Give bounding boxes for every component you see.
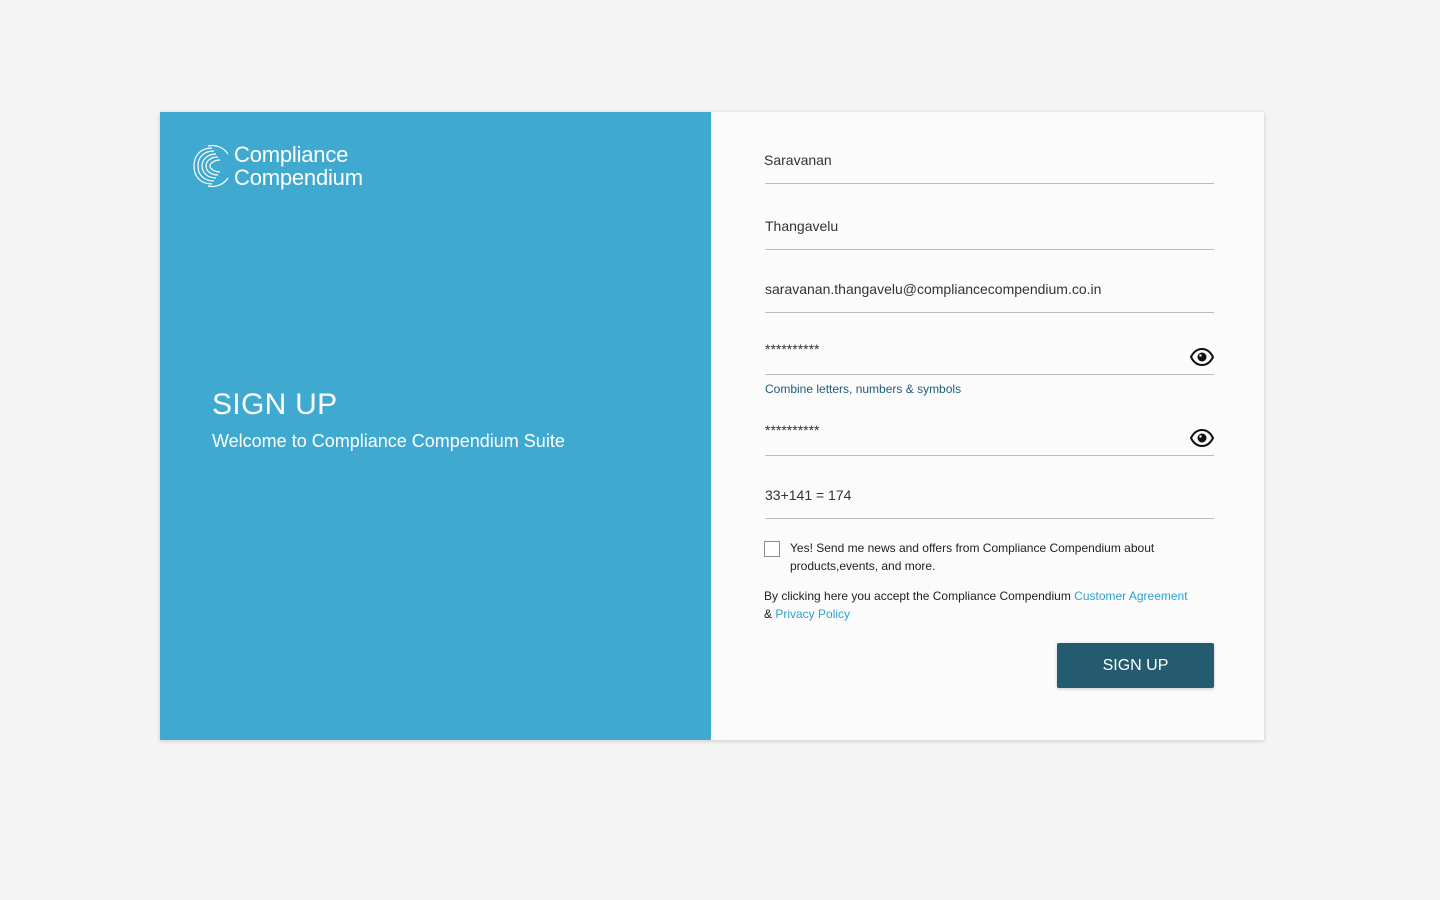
newsletter-label: Yes! Send me news and offers from Compli…	[790, 541, 1155, 573]
brand-panel: Compliance Compendium SIGN UP Welcome to…	[160, 112, 711, 740]
newsletter-option: Yes! Send me news and offers from Compli…	[764, 540, 1214, 575]
terms-text: By clicking here you accept the Complian…	[764, 587, 1214, 623]
first-name-input[interactable]	[764, 149, 1164, 171]
form-panel: Combine letters, numbers & symbols Yes! …	[711, 112, 1264, 740]
compendium-wave-icon	[193, 144, 229, 188]
brand-name: Compliance Compendium	[234, 143, 363, 189]
newsletter-checkbox[interactable]	[764, 541, 780, 557]
signup-card: Compliance Compendium SIGN UP Welcome to…	[160, 112, 1264, 740]
signup-button[interactable]: SIGN UP	[1057, 643, 1214, 688]
terms-prefix: By clicking here you accept the Complian…	[764, 589, 1075, 603]
page-subtitle: Welcome to Compliance Compendium Suite	[212, 431, 565, 451]
first-name-field	[764, 143, 1214, 184]
confirm-password-field	[765, 415, 1214, 456]
brand-name-line1: Compliance	[234, 142, 349, 167]
password-input[interactable]	[765, 338, 1165, 360]
eye-icon[interactable]	[1190, 429, 1214, 447]
eye-icon[interactable]	[1190, 348, 1214, 366]
brand-name-line2: Compendium	[234, 165, 363, 190]
email-input[interactable]	[765, 278, 1165, 300]
last-name-field	[765, 209, 1214, 250]
terms-join: &	[764, 607, 776, 621]
privacy-policy-link[interactable]: Privacy Policy	[775, 607, 850, 621]
captcha-input[interactable]	[765, 484, 1165, 506]
confirm-password-input[interactable]	[765, 419, 1165, 441]
password-hint: Combine letters, numbers & symbols	[765, 382, 962, 396]
last-name-input[interactable]	[765, 215, 1165, 237]
page-title: SIGN UP	[212, 388, 338, 421]
captcha-field	[765, 478, 1214, 519]
customer-agreement-link[interactable]: Customer Agreement	[1074, 589, 1187, 603]
logo: Compliance Compendium	[190, 142, 363, 190]
email-field	[765, 272, 1214, 313]
password-field	[765, 334, 1214, 375]
